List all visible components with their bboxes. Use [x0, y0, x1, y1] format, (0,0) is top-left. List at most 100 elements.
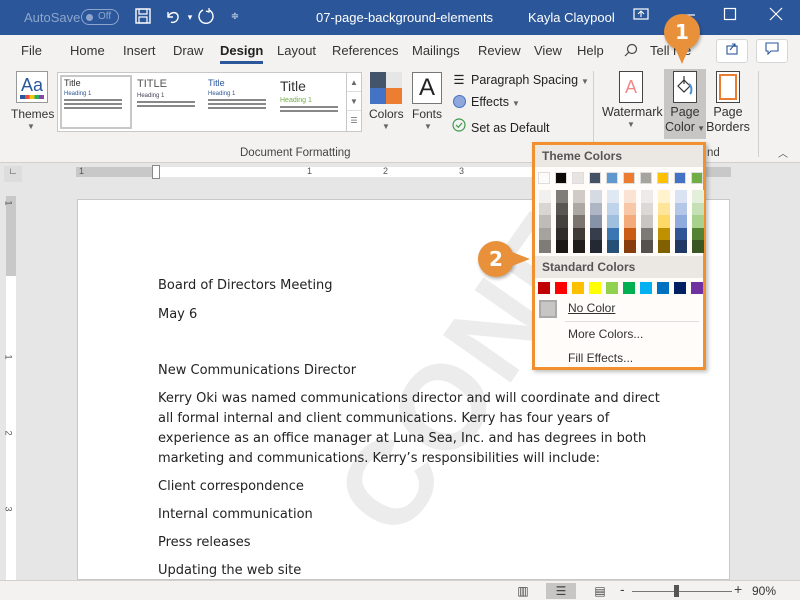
- theme-color-swatch[interactable]: [657, 172, 669, 184]
- theme-shade-swatch[interactable]: [675, 190, 687, 203]
- theme-color-swatch[interactable]: [674, 172, 686, 184]
- theme-shade-swatch[interactable]: [692, 227, 704, 240]
- theme-shade-swatch[interactable]: [590, 190, 602, 203]
- no-color-swatch[interactable]: [539, 300, 557, 318]
- more-colors-option[interactable]: More Colors...: [568, 327, 643, 341]
- theme-shade-swatch[interactable]: [590, 240, 602, 253]
- theme-shade-swatch[interactable]: [539, 215, 551, 228]
- theme-shade-swatch[interactable]: [573, 227, 585, 240]
- theme-color-swatch[interactable]: [640, 172, 652, 184]
- share-button[interactable]: [716, 39, 748, 63]
- theme-shade-swatch[interactable]: [607, 190, 619, 203]
- search-icon[interactable]: [624, 43, 638, 60]
- theme-shade-swatch[interactable]: [624, 190, 636, 203]
- theme-color-swatch[interactable]: [538, 172, 550, 184]
- tab-layout[interactable]: Layout: [277, 43, 316, 58]
- tab-design[interactable]: Design: [220, 43, 264, 64]
- theme-color-swatch[interactable]: [589, 172, 601, 184]
- comments-button[interactable]: [756, 39, 788, 63]
- theme-shade-swatch[interactable]: [590, 202, 602, 215]
- theme-color-swatch[interactable]: [606, 172, 618, 184]
- theme-shade-swatch[interactable]: [658, 190, 670, 203]
- zoom-percentage[interactable]: 90%: [752, 584, 776, 598]
- tab-review[interactable]: Review: [478, 43, 521, 58]
- tab-file[interactable]: File: [21, 43, 42, 58]
- maximize-icon[interactable]: [720, 7, 740, 27]
- style-set-item[interactable]: Title Heading 1: [204, 75, 276, 129]
- theme-shade-swatch[interactable]: [607, 202, 619, 215]
- tab-help[interactable]: Help: [577, 43, 604, 58]
- theme-shade-swatch[interactable]: [658, 202, 670, 215]
- read-mode-icon[interactable]: ▥: [511, 583, 535, 599]
- theme-shade-swatch[interactable]: [539, 227, 551, 240]
- theme-shade-swatch[interactable]: [692, 215, 704, 228]
- standard-color-swatch[interactable]: [640, 282, 652, 294]
- theme-shade-swatch[interactable]: [573, 240, 585, 253]
- tab-mailings[interactable]: Mailings: [412, 43, 460, 58]
- theme-shade-swatch[interactable]: [556, 227, 568, 240]
- theme-shade-swatch[interactable]: [641, 190, 653, 203]
- theme-color-swatch[interactable]: [572, 172, 584, 184]
- standard-color-swatch[interactable]: [538, 282, 550, 294]
- print-layout-icon[interactable]: ☰: [546, 583, 576, 599]
- redo-icon[interactable]: [196, 7, 216, 27]
- tab-references[interactable]: References: [332, 43, 398, 58]
- fill-effects-option[interactable]: Fill Effects...: [568, 351, 633, 365]
- ribbon-display-options-icon[interactable]: [631, 7, 651, 27]
- page-borders-button[interactable]: Page Borders: [706, 69, 750, 139]
- style-set-item[interactable]: TITLE Heading 1: [133, 75, 205, 129]
- effects-button[interactable]: Effects ▼: [451, 95, 520, 109]
- theme-color-swatch[interactable]: [555, 172, 567, 184]
- page-color-button[interactable]: Page Color ▼: [664, 69, 706, 139]
- theme-color-swatch[interactable]: [691, 172, 703, 184]
- theme-shade-swatch[interactable]: [590, 215, 602, 228]
- theme-shade-swatch[interactable]: [675, 215, 687, 228]
- standard-color-swatch[interactable]: [623, 282, 635, 294]
- theme-shade-swatch[interactable]: [556, 240, 568, 253]
- theme-shade-swatch[interactable]: [641, 202, 653, 215]
- theme-shade-swatch[interactable]: [573, 190, 585, 203]
- standard-color-swatch[interactable]: [589, 282, 601, 294]
- style-set-item[interactable]: Title Heading 1: [276, 75, 348, 129]
- theme-shade-swatch[interactable]: [675, 202, 687, 215]
- theme-shade-swatch[interactable]: [624, 227, 636, 240]
- zoom-in-button[interactable]: +: [734, 581, 742, 597]
- set-as-default-button[interactable]: Set as Default: [451, 118, 550, 135]
- theme-shade-swatch[interactable]: [641, 227, 653, 240]
- theme-shade-swatch[interactable]: [692, 190, 704, 203]
- theme-shade-swatch[interactable]: [573, 215, 585, 228]
- theme-shade-swatch[interactable]: [607, 227, 619, 240]
- indent-marker[interactable]: [152, 165, 160, 179]
- theme-shade-swatch[interactable]: [675, 240, 687, 253]
- tab-draw[interactable]: Draw: [173, 43, 203, 58]
- tab-view[interactable]: View: [534, 43, 562, 58]
- tab-selector[interactable]: ∟: [4, 166, 22, 182]
- zoom-slider-track[interactable]: [632, 591, 732, 592]
- paragraph-spacing-button[interactable]: ☰ Paragraph Spacing ▼: [451, 72, 589, 87]
- standard-color-swatch[interactable]: [572, 282, 584, 294]
- customize-qat-icon[interactable]: ≑: [225, 7, 245, 27]
- standard-color-swatch[interactable]: [674, 282, 686, 294]
- standard-color-swatch[interactable]: [657, 282, 669, 294]
- theme-shade-swatch[interactable]: [556, 215, 568, 228]
- theme-shade-swatch[interactable]: [539, 190, 551, 203]
- standard-color-swatch[interactable]: [691, 282, 703, 294]
- standard-color-swatch[interactable]: [555, 282, 567, 294]
- collapse-ribbon-icon[interactable]: ︿: [778, 145, 788, 160]
- vertical-ruler[interactable]: 1 1 2 3: [4, 196, 16, 580]
- theme-shade-swatch[interactable]: [556, 202, 568, 215]
- theme-shade-swatch[interactable]: [624, 215, 636, 228]
- user-name[interactable]: Kayla Claypool: [528, 10, 615, 25]
- gallery-scroll[interactable]: ▲ ▼ ☰: [346, 73, 361, 131]
- theme-shade-swatch[interactable]: [692, 240, 704, 253]
- theme-shade-swatch[interactable]: [590, 227, 602, 240]
- close-icon[interactable]: [766, 7, 786, 27]
- theme-shade-swatch[interactable]: [658, 227, 670, 240]
- zoom-slider-thumb[interactable]: [674, 585, 680, 597]
- theme-shade-swatch[interactable]: [641, 240, 653, 253]
- gallery-scroll-down-icon[interactable]: ▼: [347, 92, 361, 111]
- theme-color-swatch[interactable]: [623, 172, 635, 184]
- gallery-more-icon[interactable]: ☰: [347, 111, 361, 130]
- zoom-out-button[interactable]: -: [620, 581, 625, 597]
- theme-shade-swatch[interactable]: [607, 240, 619, 253]
